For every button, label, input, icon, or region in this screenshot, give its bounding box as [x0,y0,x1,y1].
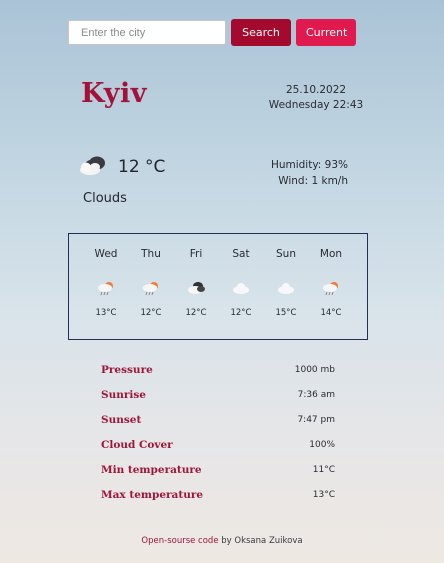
current-day-time: Wednesday 22:43 [268,99,364,111]
stat-row-max-temperature: Max temperature 13°C [101,482,337,507]
stat-value: 100% [309,439,335,450]
forecast-temperature: 12°C [230,308,252,318]
search-button[interactable]: Search [231,19,291,46]
forecast-panel: Wed 13°C Thu 12°C Fri 12°C Sat 12°C Sun … [68,233,368,340]
stat-value: 7:36 am [297,389,335,400]
city-name: Kyiv [81,78,147,109]
stat-row-cloud-cover: Cloud Cover 100% [101,432,337,457]
forecast-day-name: Sun [276,248,296,260]
current-date: 25.10.2022 [285,84,347,96]
forecast-day-name: Thu [141,248,161,260]
stat-row-pressure: Pressure 1000 mb [101,357,337,382]
stat-value: 11°C [312,464,335,475]
city-search-input[interactable] [68,20,226,45]
temperature-unit: °C [145,157,166,177]
cloud-icon [232,280,250,300]
stat-label: Max temperature [101,488,204,501]
forecast-temperature: 13°C [95,308,117,318]
wind: Wind: 1 km/h [278,175,348,187]
cloudy-night-icon [187,280,205,300]
open-source-link[interactable]: Open-sourse code [141,536,218,546]
rain-sun-icon [97,280,115,300]
forecast-day-name: Fri [189,248,203,260]
stat-label: Pressure [101,363,153,376]
stat-label: Min temperature [101,463,202,476]
weather-details: Humidity: 93% Wind: 1 km/h [254,157,348,189]
rain-sun-icon [142,280,160,300]
forecast-day-name: Sat [232,248,250,260]
stat-row-min-temperature: Min temperature 11°C [101,457,337,482]
date-time: 25.10.2022 Wednesday 22:43 [262,83,370,113]
stat-label: Cloud Cover [101,438,173,451]
current-weather: 12 °C [78,153,165,181]
rain-sun-icon [322,280,340,300]
forecast-day-name: Wed [94,248,118,260]
forecast-temperature: 15°C [275,308,297,318]
current-location-button[interactable]: Current [296,19,356,46]
stat-label: Sunset [101,413,142,426]
humidity: Humidity: 93% [270,159,348,171]
stat-row-sunrise: Sunrise 7:36 am [101,382,337,407]
footer-author: by Oksana Zuikova [218,536,303,546]
temperature-value: 12 [118,157,140,177]
cloudy-night-icon [78,153,110,181]
forecast-temperature: 14°C [320,308,342,318]
forecast-temperature: 12°C [185,308,207,318]
forecast-temperature: 12°C [140,308,162,318]
stat-row-sunset: Sunset 7:47 pm [101,407,337,432]
stat-value: 7:47 pm [297,414,335,425]
weather-description: Clouds [83,191,127,206]
search-bar: Search Current [68,19,356,46]
cloud-icon [277,280,295,300]
current-temperature: 12 °C [118,157,165,177]
footer: Open-sourse code by Oksana Zuikova [0,536,444,546]
stat-value: 1000 mb [294,364,335,375]
forecast-day-name: Mon [319,248,343,260]
stat-value: 13°C [312,489,335,500]
stat-label: Sunrise [101,388,146,401]
weather-stats: Pressure 1000 mb Sunrise 7:36 am Sunset … [101,357,337,507]
